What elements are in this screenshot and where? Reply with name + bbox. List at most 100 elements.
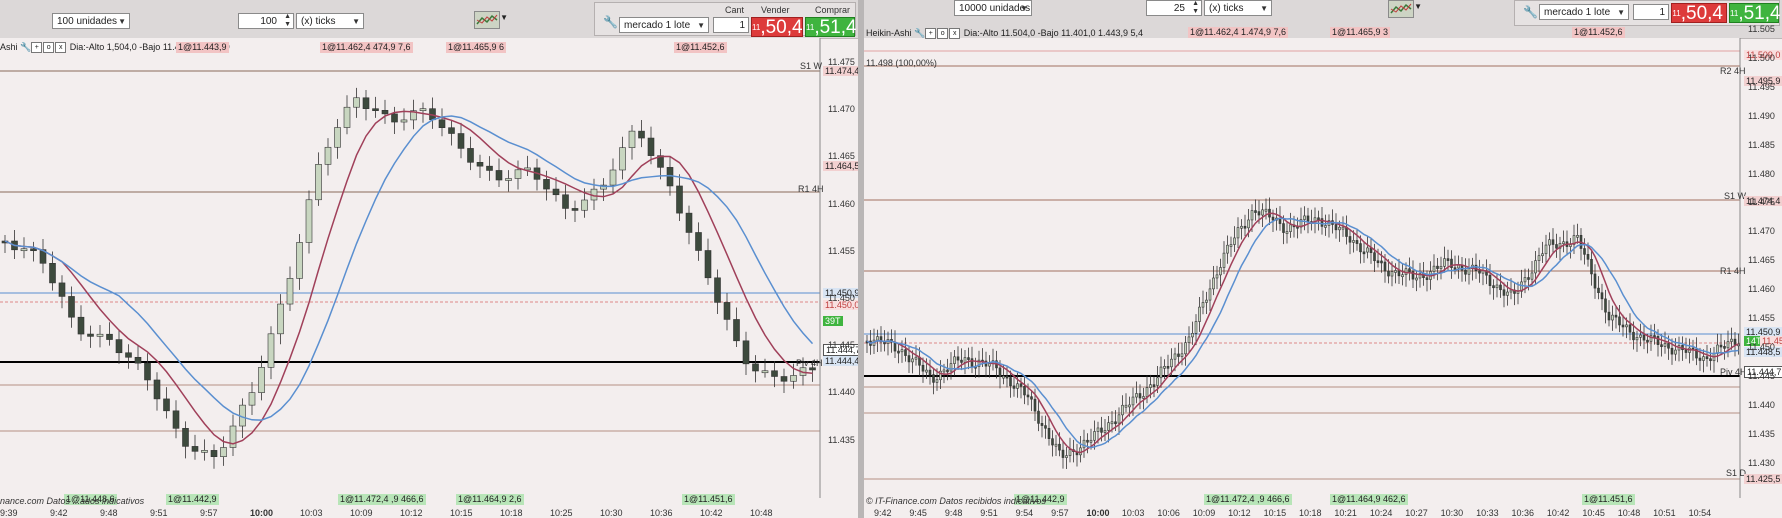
candle-body: [1338, 226, 1341, 231]
candle-body: [1590, 259, 1593, 275]
candle-body: [638, 130, 645, 139]
candle-body: [552, 188, 560, 196]
candle-body: [1054, 443, 1058, 447]
wrench-icon[interactable]: 🔧: [914, 28, 925, 38]
left-level-piv4h: Piv 4H: [796, 358, 823, 368]
candle-body: [1415, 277, 1418, 281]
candle-body: [1271, 216, 1275, 221]
settings-icon[interactable]: o: [937, 28, 949, 40]
y-tick: 11.475: [1748, 197, 1775, 208]
candle-body: [907, 355, 911, 363]
candle-body: [1012, 385, 1016, 389]
candle-body: [900, 349, 904, 353]
left-units-select[interactable]: 100 unidades ▼: [52, 13, 130, 29]
time-tick: 9:48: [100, 508, 118, 518]
time-tick: 10:42: [700, 508, 723, 518]
candle-body: [20, 248, 28, 252]
candle-body: [742, 340, 750, 365]
left-sell-button[interactable]: 11,50,4: [751, 17, 803, 38]
candle-body: [1208, 288, 1212, 301]
right-sell-button[interactable]: 11,50,4: [1671, 3, 1727, 24]
left-qty-input[interactable]: 100 ▲ ▼: [238, 13, 294, 29]
left-level-s1w: S1 W: [800, 61, 823, 71]
candle-body: [963, 357, 967, 363]
right-btag-3: 1@11.451,6: [1582, 494, 1635, 505]
left-chart-type-icon[interactable]: ▼: [474, 11, 508, 29]
candle-body: [505, 178, 512, 181]
wrench-icon[interactable]: 🔧: [20, 42, 31, 52]
wrench-icon[interactable]: 🔧: [1523, 5, 1538, 19]
candle-body: [115, 339, 123, 354]
candle-body: [1352, 240, 1355, 243]
right-buy-button[interactable]: 11,51,4: [1729, 3, 1781, 24]
settings-icon[interactable]: o: [43, 42, 55, 54]
candle-body: [1646, 339, 1649, 343]
candle-body: [925, 369, 928, 373]
left-chart-name: Ashi: [0, 42, 18, 52]
candle-body: [695, 232, 702, 251]
right-mult-select[interactable]: (x) ticks ▼: [1204, 0, 1272, 16]
candle-body: [96, 333, 104, 337]
candle-body: [49, 263, 56, 284]
candle-body: [1702, 356, 1705, 361]
candle-body: [1614, 314, 1618, 318]
candle-body: [486, 165, 493, 171]
candle-body: [1289, 224, 1292, 232]
right-tag-2: 1@11.452,6: [1572, 27, 1625, 38]
candle-body: [1544, 244, 1548, 255]
time-tick: 9:57: [200, 508, 218, 518]
left-pricebox-0: 11.474,4: [823, 66, 858, 76]
add-indicator-icon[interactable]: +: [925, 28, 937, 40]
candle-body: [514, 169, 522, 179]
candle-body: [932, 374, 935, 383]
candle-body: [1058, 443, 1061, 451]
candle-body: [998, 367, 1002, 377]
left-pricebox-5: 11.444,4: [823, 356, 858, 366]
left-price-plot[interactable]: [0, 38, 858, 518]
close-icon[interactable]: x: [949, 28, 961, 40]
candle-body: [1163, 366, 1166, 369]
candle-body: [1026, 394, 1030, 398]
time-tick: 10:03: [1121, 508, 1145, 518]
left-mult-select[interactable]: (x) ticks ▼: [296, 13, 364, 29]
right-pricebox-8: 11.425,5: [1744, 474, 1782, 484]
add-indicator-icon[interactable]: +: [31, 42, 43, 54]
left-buy-button[interactable]: 11,51,4: [805, 17, 857, 38]
candle-body: [1607, 311, 1611, 321]
candle-body: [1523, 277, 1527, 283]
candle-body: [1541, 253, 1544, 257]
candle-body: [1044, 425, 1047, 429]
right-chart-type-icon[interactable]: ▼: [1388, 0, 1422, 18]
candle-body: [68, 296, 75, 318]
left-order-type-select[interactable]: mercado 1 lote ▼: [619, 17, 709, 33]
right-range-label: 11.498 (100,00%): [866, 58, 937, 68]
right-order-type-select[interactable]: mercado 1 lote ▼: [1539, 4, 1629, 20]
candle-body: [1082, 439, 1086, 449]
candle-body: [1576, 235, 1579, 238]
candle-body: [571, 208, 579, 211]
close-icon[interactable]: x: [55, 42, 67, 54]
candle-body: [1030, 396, 1033, 400]
candle-body: [914, 356, 918, 360]
candle-body: [1723, 346, 1726, 349]
right-qty-input[interactable]: 25 ▲ ▼: [1146, 0, 1202, 16]
left-cant-input[interactable]: 1: [713, 17, 749, 33]
right-price-plot[interactable]: [864, 38, 1782, 518]
candle-body: [1593, 273, 1597, 289]
right-units-select[interactable]: 10000 unidades ▼: [954, 0, 1032, 16]
candle-body: [960, 359, 963, 363]
candle-body: [1065, 455, 1068, 458]
candle-body: [1068, 449, 1072, 456]
right-level-s1w: S1 W: [1724, 191, 1747, 201]
left-trade-box: 🔧 mercado 1 lote ▼ Cant 1 Vender Comprar …: [594, 2, 857, 38]
time-tick: 10:12: [1228, 508, 1251, 518]
wrench-icon[interactable]: 🔧: [603, 15, 618, 29]
right-cant-input[interactable]: 1: [1633, 4, 1669, 20]
y-tick: 11.440: [1748, 399, 1775, 410]
y-tick: 11.445: [828, 340, 855, 351]
candle-body: [362, 97, 370, 109]
candle-body: [1107, 422, 1110, 431]
y-tick: 11.465: [828, 151, 855, 162]
left-btag-1: 1@11.442,9: [166, 494, 219, 505]
candle-body: [305, 199, 313, 243]
